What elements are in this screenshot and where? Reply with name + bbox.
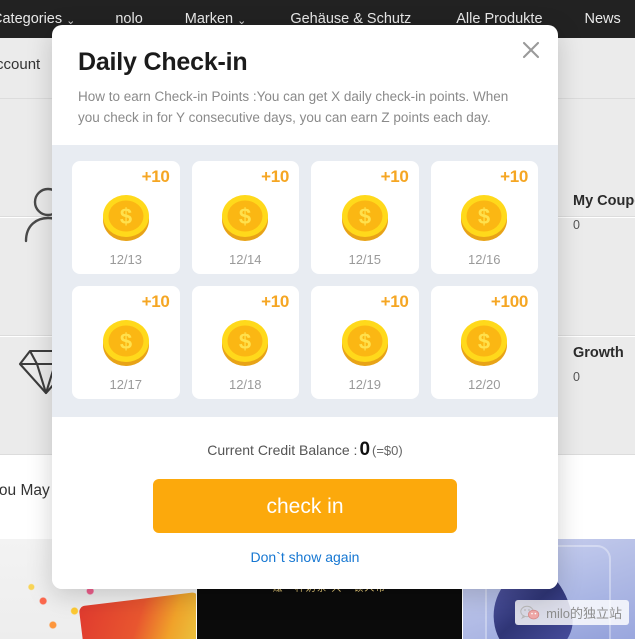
day-date-label: 12/20 <box>468 377 501 392</box>
day-points-label: +10 <box>261 292 289 312</box>
day-date-label: 12/14 <box>229 252 262 267</box>
svg-text:$: $ <box>359 329 371 354</box>
credit-balance-value: 0 <box>359 439 370 460</box>
coin-icon: $ <box>338 314 392 368</box>
checkin-day-card[interactable]: +10 $ 12/17 <box>72 286 180 399</box>
day-date-label: 12/13 <box>109 252 142 267</box>
day-points-label: +10 <box>142 167 170 187</box>
checkin-day-card[interactable]: +10 $ 12/15 <box>311 161 419 274</box>
modal-header: Daily Check-in How to earn Check-in Poin… <box>52 25 558 145</box>
checkin-day-card[interactable]: +10 $ 12/16 <box>431 161 539 274</box>
day-date-label: 12/17 <box>109 377 142 392</box>
stat-growth: Growth 0 <box>573 345 624 384</box>
svg-text:$: $ <box>239 204 251 229</box>
coin-icon: $ <box>218 314 272 368</box>
account-title: Account <box>0 56 40 73</box>
stat-growth-value: 0 <box>573 370 624 384</box>
close-button[interactable] <box>516 35 546 65</box>
credit-balance-line: Current Credit Balance :0(=$0) <box>78 439 532 461</box>
coin-icon: $ <box>218 189 272 243</box>
watermark-text: milo的独立站 <box>546 603 622 622</box>
day-date-label: 12/15 <box>348 252 381 267</box>
wechat-icon <box>520 605 540 621</box>
coin-icon: $ <box>99 314 153 368</box>
coin-icon: $ <box>457 314 511 368</box>
credit-balance-label: Current Credit Balance : <box>207 442 357 458</box>
close-icon <box>520 39 542 61</box>
day-points-label: +100 <box>491 292 528 312</box>
coin-icon: $ <box>99 189 153 243</box>
day-date-label: 12/19 <box>348 377 381 392</box>
day-date-label: 12/16 <box>468 252 501 267</box>
coin-icon: $ <box>457 189 511 243</box>
svg-text:$: $ <box>359 204 371 229</box>
modal-description: How to earn Check-in Points :You can get… <box>78 87 526 129</box>
day-points-label: +10 <box>500 167 528 187</box>
checkin-day-card[interactable]: +10 $ 12/19 <box>311 286 419 399</box>
stat-growth-label: Growth <box>573 345 624 361</box>
checkin-day-card[interactable]: +10 $ 12/13 <box>72 161 180 274</box>
svg-text:$: $ <box>239 329 251 354</box>
checkin-day-card[interactable]: +100 $ 12/20 <box>431 286 539 399</box>
nav-item-news[interactable]: News <box>585 11 621 27</box>
checkin-days-section: +10 $ 12/13 +10 $ 12/14 <box>52 145 558 417</box>
svg-text:$: $ <box>120 204 132 229</box>
coin-icon: $ <box>338 189 392 243</box>
watermark: milo的独立站 <box>515 600 629 625</box>
stat-my-coupons-value: 0 <box>573 218 635 232</box>
daily-checkin-modal: Daily Check-in How to earn Check-in Poin… <box>52 25 558 589</box>
checkin-day-card[interactable]: +10 $ 12/14 <box>192 161 300 274</box>
day-points-label: +10 <box>381 292 409 312</box>
check-in-button[interactable]: check in <box>153 479 457 533</box>
svg-text:$: $ <box>478 329 490 354</box>
modal-footer: Current Credit Balance :0(=$0) check in … <box>52 417 558 589</box>
stat-my-coupons-label: My Coupons <box>573 193 635 209</box>
checkin-day-card[interactable]: +10 $ 12/18 <box>192 286 300 399</box>
svg-text:$: $ <box>120 329 132 354</box>
svg-text:$: $ <box>478 204 490 229</box>
checkin-days-grid: +10 $ 12/13 +10 $ 12/14 <box>72 161 538 399</box>
day-date-label: 12/18 <box>229 377 262 392</box>
stat-my-coupons: My Coupons 0 <box>573 193 635 232</box>
credit-balance-usd: (=$0) <box>372 443 403 458</box>
day-points-label: +10 <box>142 292 170 312</box>
nav-item-news-label: News <box>585 11 621 27</box>
day-points-label: +10 <box>381 167 409 187</box>
page-title: Daily Check-in <box>78 48 532 77</box>
dont-show-again-link[interactable]: Don`t show again <box>251 549 360 565</box>
day-points-label: +10 <box>261 167 289 187</box>
